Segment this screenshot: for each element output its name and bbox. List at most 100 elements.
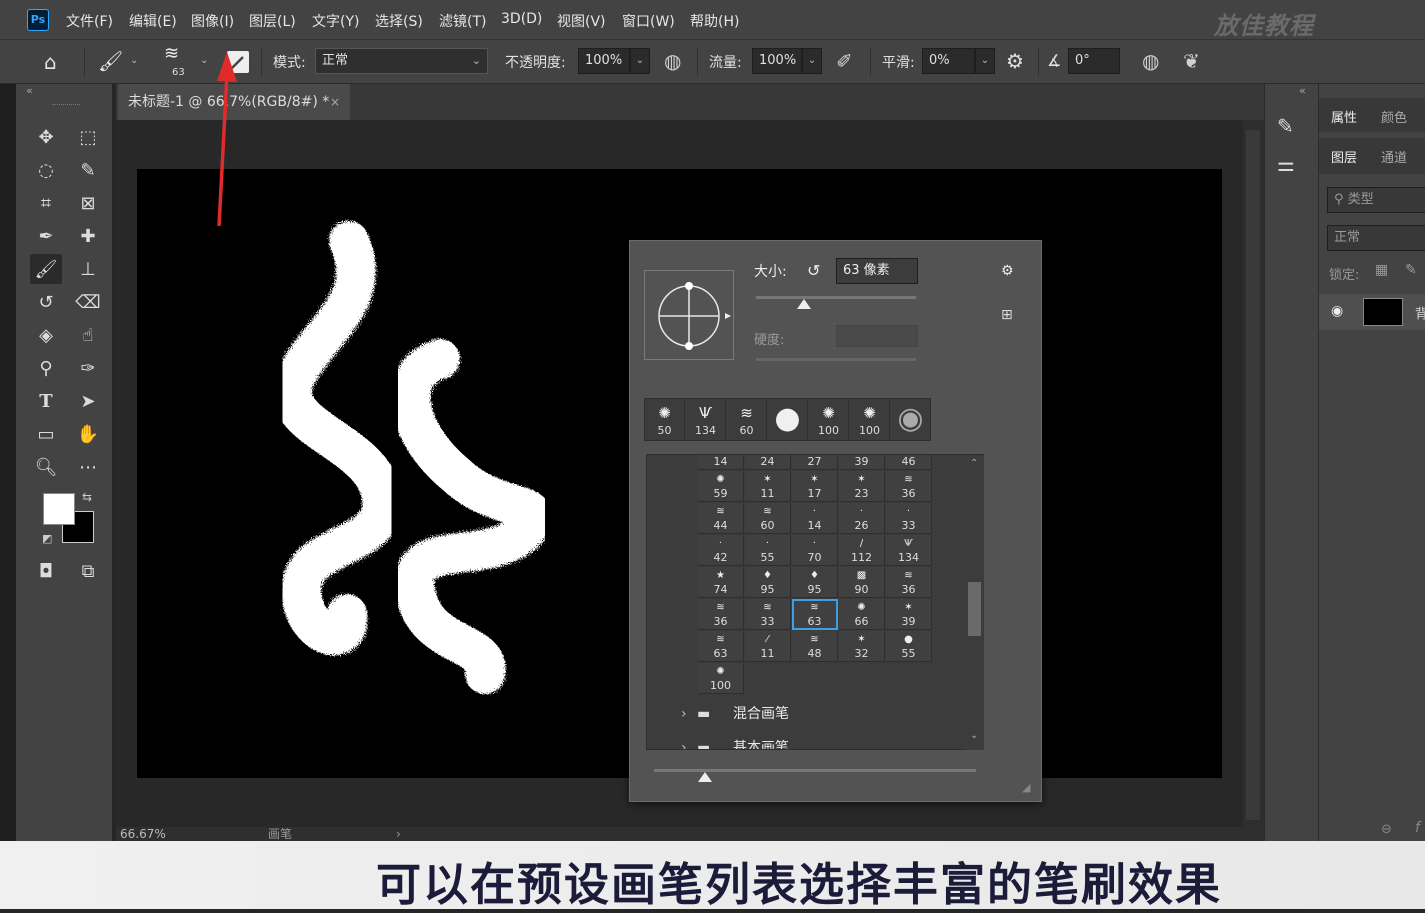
preview-size-slider-knob[interactable] — [698, 772, 712, 782]
brush-preset[interactable]: ✺ 66 — [839, 599, 885, 630]
rectangle-tool-icon[interactable]: ▭ — [30, 419, 62, 449]
quick-select-tool-icon[interactable]: ✎ — [72, 155, 104, 185]
foreground-color-swatch[interactable] — [43, 493, 75, 525]
brush-preset[interactable]: · 26 — [839, 503, 885, 534]
resize-grip-icon[interactable]: ◢ — [1022, 781, 1030, 794]
scroll-down-icon[interactable]: ⌄ — [970, 730, 978, 741]
symmetry-butterfly-icon[interactable]: ❦ — [1183, 49, 1200, 73]
gear-icon[interactable]: ⚙ — [1006, 49, 1024, 73]
size-slider-track[interactable] — [756, 296, 916, 299]
brush-preset[interactable]: ✶ 17 — [792, 471, 838, 502]
pressure-opacity-icon[interactable]: ◍ — [664, 49, 681, 73]
angle-field[interactable]: 0° — [1068, 48, 1120, 74]
brush-preset[interactable]: ♦ 95 — [792, 567, 838, 598]
brush-preset[interactable]: ★ 74 — [698, 567, 744, 598]
brush-tip-preview[interactable] — [644, 270, 734, 360]
brush-preset[interactable]: 27 — [792, 455, 838, 470]
brush-preset[interactable]: ≋ 33 — [745, 599, 791, 630]
brush-preset[interactable]: / 112 — [839, 535, 885, 566]
brush-preset[interactable]: ✺ 59 — [698, 471, 744, 502]
brush-preset[interactable]: · 14 — [792, 503, 838, 534]
close-tab-icon[interactable]: × — [330, 84, 340, 120]
menu-select[interactable]: 选择(S) — [375, 11, 423, 31]
brush-preset[interactable]: ✺ 100 — [698, 663, 744, 694]
recent-brush[interactable]: ◉ — [891, 400, 931, 440]
opacity-dropdown-icon[interactable]: ⌄ — [630, 48, 650, 74]
scroll-up-icon[interactable]: ⌃ — [970, 458, 978, 469]
layer-row[interactable]: ◉ 背 — [1319, 294, 1425, 330]
more-tools-icon[interactable]: ⋯ — [72, 452, 104, 482]
dodge-tool-icon[interactable]: ⚲ — [30, 353, 62, 383]
recent-brush[interactable]: ● — [768, 400, 808, 440]
brush-preset[interactable]: 14 — [698, 455, 744, 470]
scrollbar-thumb[interactable] — [1246, 130, 1260, 820]
blend-mode-select[interactable]: 正常 — [1327, 225, 1425, 251]
clone-stamp-tool-icon[interactable]: ⊥ — [72, 254, 104, 284]
brush-preset[interactable]: ▩ 90 — [839, 567, 885, 598]
brush-tool-icon[interactable]: 🖌︎ — [98, 49, 123, 73]
adjustments-panel-icon[interactable]: ⚌ — [1277, 152, 1295, 176]
quick-mask-icon[interactable]: ◘ — [30, 556, 62, 586]
path-select-tool-icon[interactable]: ➤ — [72, 386, 104, 416]
history-brush-tool-icon[interactable]: ↺ — [30, 287, 62, 317]
airbrush-icon[interactable]: ✐ — [836, 49, 853, 73]
brush-preset[interactable]: ≋ 60 — [745, 503, 791, 534]
brush-preset[interactable]: Ѱ 134 — [886, 535, 932, 566]
recent-brush[interactable]: ✺ 50 — [645, 400, 685, 440]
lock-pixels-icon[interactable]: ✎ — [1405, 262, 1417, 278]
size-input[interactable]: 63 像素 — [836, 258, 918, 284]
menu-type[interactable]: 文字(Y) — [312, 11, 359, 31]
menu-layer[interactable]: 图层(L) — [249, 11, 296, 31]
brush-folder[interactable]: › ▬ 混合画笔 — [673, 697, 965, 731]
zoom-level[interactable]: 66.67% — [120, 827, 166, 841]
tool-preset-chevron-icon[interactable]: ⌄ — [130, 55, 138, 66]
flow-field[interactable]: 100% — [752, 48, 802, 74]
brush-preset[interactable]: ≋ 44 — [698, 503, 744, 534]
pressure-size-icon[interactable]: ◍ — [1142, 49, 1159, 73]
lock-transparency-icon[interactable]: ▦ — [1375, 262, 1388, 278]
link-layers-icon[interactable]: ⊖ — [1381, 822, 1392, 837]
pen-tool-icon[interactable]: ✑ — [72, 353, 104, 383]
visibility-eye-icon[interactable]: ◉ — [1331, 303, 1343, 319]
brush-folder[interactable]: › ▬ 基本画笔 — [673, 731, 965, 749]
brush-preset[interactable]: · 42 — [698, 535, 744, 566]
menu-view[interactable]: 视图(V) — [557, 11, 606, 31]
brush-preset[interactable]: 24 — [745, 455, 791, 470]
brush-preset[interactable]: ♦ 95 — [745, 567, 791, 598]
menu-image[interactable]: 图像(I) — [191, 11, 234, 31]
brush-preset[interactable]: · 33 — [886, 503, 932, 534]
brush-preset[interactable]: ≋ 36 — [886, 567, 932, 598]
smoothing-field[interactable]: 0% — [922, 48, 975, 74]
brush-preset[interactable]: ≋ 36 — [698, 599, 744, 630]
layer-filter-search[interactable]: ⚲ 类型 — [1327, 187, 1425, 213]
smoothing-dropdown-icon[interactable]: ⌄ — [975, 48, 995, 74]
chevron-right-icon[interactable]: › — [681, 731, 687, 749]
preset-list-scrollbar[interactable]: ⌃ ⌄ — [966, 456, 984, 750]
brush-preset[interactable]: ⁄ 11 — [745, 631, 791, 662]
paint-bucket-tool-icon[interactable]: ◈ — [30, 320, 62, 350]
brush-preset-grid[interactable]: 14 24 27 39 46 ✺ 59 ✶ 11 ✶ 17 ✶ 23 ≋ 36 ≋ 44 ≋ 60 · 14 · 26 · 33… — [646, 454, 984, 750]
menu-file[interactable]: 文件(F) — [66, 11, 113, 31]
recent-brush[interactable]: ≋ 60 — [727, 400, 767, 440]
brush-preset[interactable]: ≋ 48 — [792, 631, 838, 662]
vertical-scrollbar[interactable] — [1243, 120, 1264, 827]
screen-mode-icon[interactable]: ⧉ — [72, 556, 104, 586]
chevron-right-icon[interactable]: › — [681, 697, 687, 731]
marquee-tool-icon[interactable]: ⬚ — [72, 122, 104, 152]
tab-channels[interactable]: 通道 — [1381, 147, 1407, 166]
reset-size-icon[interactable]: ↺ — [807, 261, 820, 280]
preset-scrollbar-thumb[interactable] — [968, 582, 981, 636]
eraser-tool-icon[interactable]: ⌫ — [72, 287, 104, 317]
opacity-field[interactable]: 100% — [578, 48, 630, 74]
brush-preset[interactable]: ✶ 23 — [839, 471, 885, 502]
brush-settings-panel-icon[interactable]: ✎ — [1277, 114, 1294, 138]
brush-preset-selected[interactable]: ≋ 63 — [792, 599, 838, 630]
tab-properties[interactable]: 属性 — [1331, 107, 1357, 126]
menu-edit[interactable]: 编辑(E) — [129, 11, 177, 31]
lasso-tool-icon[interactable]: ◌ — [30, 155, 62, 185]
recent-brush[interactable]: ✺ 100 — [850, 400, 890, 440]
smudge-tool-icon[interactable]: ☝ — [72, 320, 104, 350]
brush-preset[interactable]: ≋ 63 — [698, 631, 744, 662]
menu-3d[interactable]: 3D(D) — [501, 11, 542, 27]
tab-layers[interactable]: 图层 — [1331, 147, 1357, 166]
